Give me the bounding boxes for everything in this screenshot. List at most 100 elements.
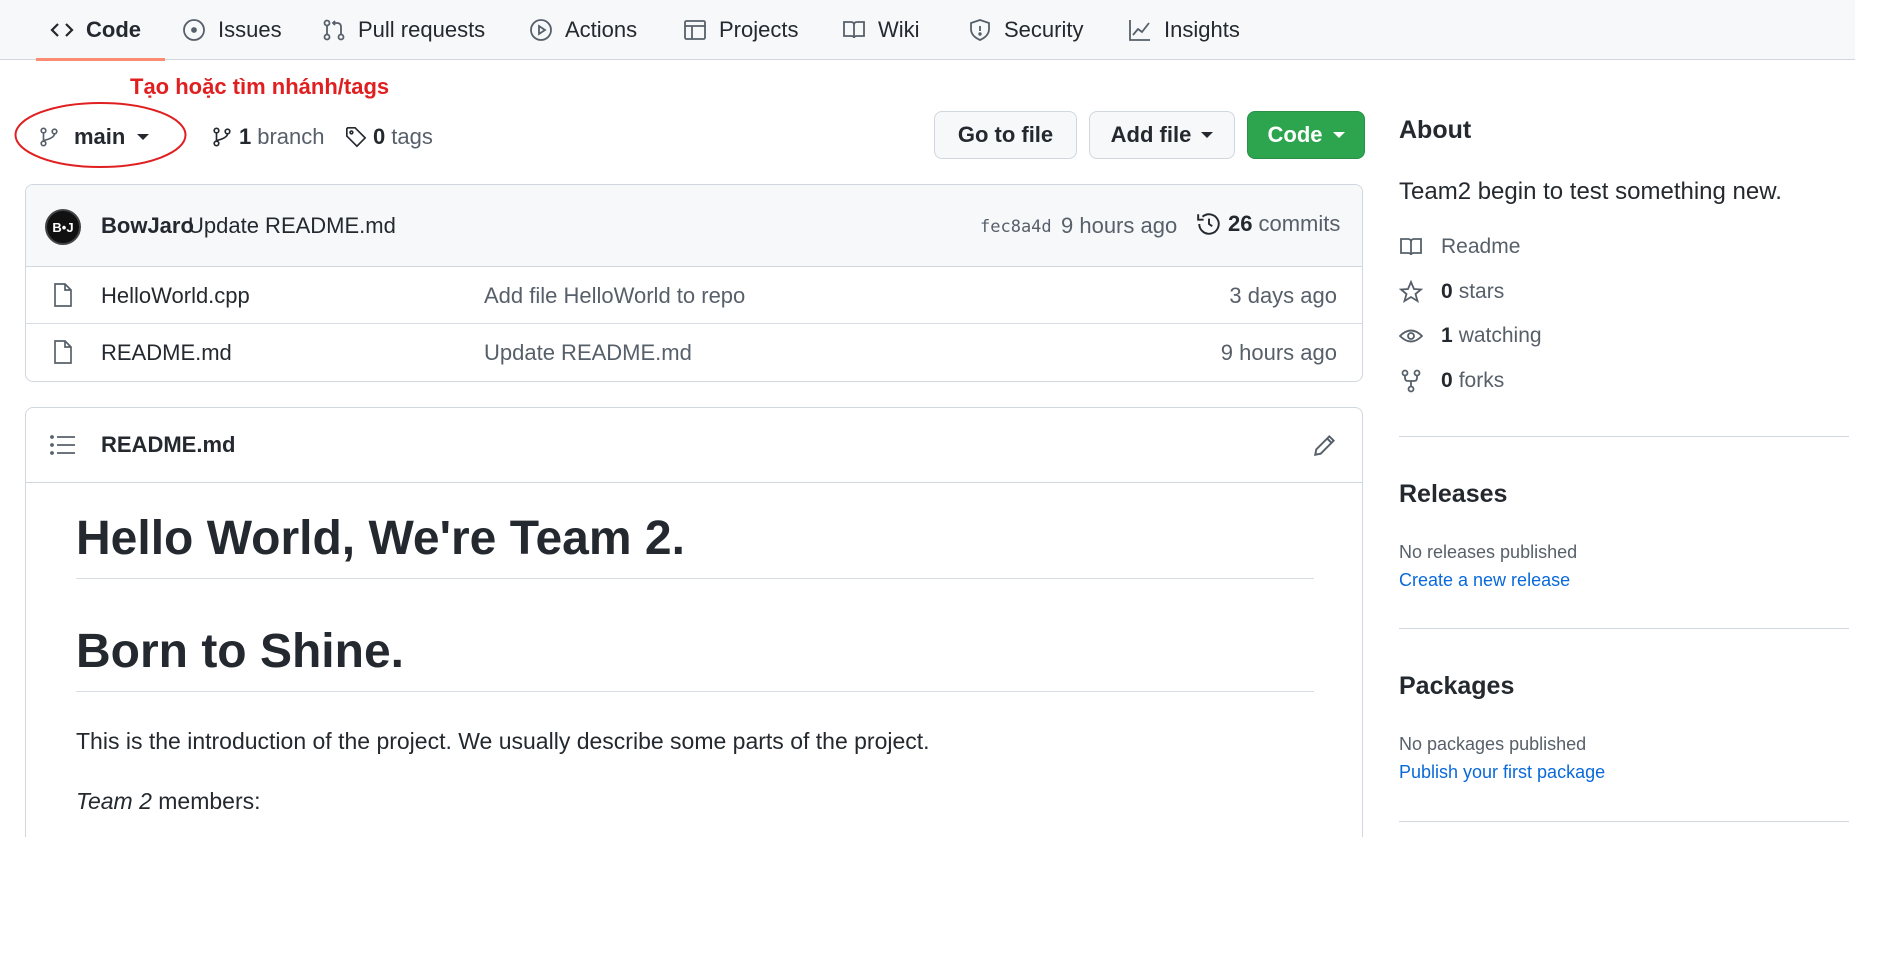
readme-link[interactable]: Readme bbox=[1399, 231, 1520, 263]
tab-wiki[interactable]: Wiki bbox=[842, 0, 920, 60]
commit-count-label: commits bbox=[1258, 211, 1341, 236]
tag-label: tags bbox=[391, 124, 433, 149]
annotation-text: Tạo hoặc tìm nhánh/tags bbox=[130, 74, 390, 99]
team-name: Team 2 bbox=[76, 788, 152, 814]
readme-heading-2: Born to Shine. bbox=[76, 625, 1314, 692]
avatar[interactable]: B•J bbox=[45, 209, 81, 245]
readme-heading-1: Hello World, We're Team 2. bbox=[76, 512, 1314, 579]
tag-count: 0 bbox=[373, 124, 386, 149]
readme-title[interactable]: README.md bbox=[101, 432, 235, 458]
publish-package-link[interactable]: Publish your first package bbox=[1399, 762, 1605, 783]
tab-label: Insights bbox=[1164, 17, 1240, 42]
tab-insights[interactable]: Insights bbox=[1128, 0, 1240, 60]
watching-label: watching bbox=[1458, 324, 1542, 347]
fork-icon bbox=[1401, 369, 1421, 393]
chevron-down-icon bbox=[1201, 132, 1214, 138]
file-age: 3 days ago bbox=[1229, 283, 1337, 308]
branch-select-button[interactable]: main bbox=[38, 116, 150, 158]
git-branch-icon bbox=[213, 127, 231, 147]
commit-sha[interactable]: fec8a4d bbox=[980, 217, 1052, 237]
tab-issues[interactable]: Issues bbox=[182, 0, 282, 60]
file-commit-message[interactable]: Add file HelloWorld to repo bbox=[484, 283, 745, 309]
latest-commit-bar: B•J BowJaro Update README.md fec8a4d 9 h… bbox=[26, 185, 1362, 267]
packages-title[interactable]: Packages bbox=[1399, 672, 1514, 701]
tab-label: Actions bbox=[565, 17, 638, 42]
tab-label: Projects bbox=[719, 17, 799, 42]
star-icon bbox=[1399, 280, 1423, 303]
list-icon[interactable] bbox=[50, 434, 76, 456]
sidebar-divider bbox=[1399, 821, 1849, 822]
releases-title[interactable]: Releases bbox=[1399, 480, 1507, 509]
commit-author[interactable]: BowJaro bbox=[101, 213, 194, 239]
file-icon bbox=[54, 283, 72, 307]
tab-label: Issues bbox=[218, 17, 282, 42]
commit-count: 26 bbox=[1228, 211, 1253, 236]
file-row[interactable]: README.md Update README.md 9 hours ago bbox=[26, 324, 1362, 381]
stars-label: stars bbox=[1458, 280, 1505, 303]
readme-header: README.md bbox=[26, 408, 1362, 483]
book-icon bbox=[843, 21, 865, 39]
commits-link[interactable]: 26 commits bbox=[1196, 211, 1340, 237]
go-to-file-button[interactable]: Go to file bbox=[934, 111, 1077, 159]
add-file-label: Add file bbox=[1110, 122, 1192, 147]
branch-name: main bbox=[74, 124, 126, 149]
file-name[interactable]: README.md bbox=[101, 340, 232, 366]
file-row[interactable]: HelloWorld.cpp Add file HelloWorld to re… bbox=[26, 267, 1362, 324]
sidebar-divider bbox=[1399, 436, 1849, 437]
file-age: 9 hours ago bbox=[1220, 340, 1337, 365]
commit-message[interactable]: Update README.md bbox=[188, 213, 396, 239]
file-name[interactable]: HelloWorld.cpp bbox=[101, 283, 250, 309]
tab-label: Wiki bbox=[878, 17, 920, 42]
repo-nav: Code Issues Pull requests Actions Projec… bbox=[0, 0, 1855, 61]
eye-icon bbox=[1399, 329, 1423, 343]
go-to-file-label: Go to file bbox=[957, 122, 1054, 147]
chevron-down-icon bbox=[137, 134, 150, 140]
tab-code[interactable]: Code bbox=[36, 0, 165, 61]
tab-label: Security bbox=[1004, 17, 1084, 42]
watching-link[interactable]: 1 watching bbox=[1399, 320, 1542, 352]
book-icon bbox=[1400, 238, 1422, 256]
file-icon bbox=[54, 340, 72, 364]
stars-count: 0 bbox=[1441, 280, 1453, 303]
forks-count: 0 bbox=[1441, 369, 1453, 392]
tags-link[interactable]: 0 tags bbox=[345, 116, 433, 158]
add-file-button[interactable]: Add file bbox=[1089, 111, 1235, 159]
tag-icon bbox=[346, 127, 367, 148]
forks-link[interactable]: 0 forks bbox=[1399, 365, 1504, 397]
create-release-link[interactable]: Create a new release bbox=[1399, 570, 1570, 591]
forks-label: forks bbox=[1458, 369, 1505, 392]
packages-empty-text: No packages published bbox=[1399, 734, 1587, 754]
releases-empty-text: No releases published bbox=[1399, 542, 1578, 562]
play-icon bbox=[530, 19, 552, 41]
table-icon bbox=[684, 20, 706, 40]
readme-paragraph: This is the introduction of the project.… bbox=[76, 728, 930, 754]
file-commit-message[interactable]: Update README.md bbox=[484, 340, 692, 366]
branches-link[interactable]: 1 branch bbox=[211, 116, 325, 158]
about-title: About bbox=[1399, 116, 1472, 144]
code-button-label: Code bbox=[1267, 122, 1323, 147]
stars-link[interactable]: 0 stars bbox=[1399, 276, 1504, 308]
tab-actions[interactable]: Actions bbox=[529, 0, 637, 60]
chevron-down-icon bbox=[1332, 132, 1345, 138]
tab-security[interactable]: Security bbox=[968, 0, 1083, 60]
git-branch-icon bbox=[40, 127, 58, 147]
readme-link-label: Readme bbox=[1441, 235, 1521, 258]
branch-count: 1 bbox=[239, 124, 252, 149]
code-button[interactable]: Code bbox=[1247, 111, 1365, 159]
tab-projects[interactable]: Projects bbox=[683, 0, 798, 60]
tab-pull-requests[interactable]: Pull requests bbox=[322, 0, 485, 60]
sidebar-divider bbox=[1399, 628, 1849, 629]
readme-box: README.md Hello World, We're Team 2. Bor… bbox=[25, 407, 1363, 837]
watching-count: 1 bbox=[1441, 324, 1453, 347]
branch-label: branch bbox=[257, 124, 325, 149]
tab-label: Code bbox=[86, 17, 141, 42]
tab-label: Pull requests bbox=[358, 17, 486, 42]
shield-icon bbox=[970, 19, 990, 41]
history-icon bbox=[1197, 213, 1220, 235]
members-text: members: bbox=[151, 788, 261, 814]
pull-request-icon bbox=[323, 19, 345, 41]
pencil-icon[interactable] bbox=[1312, 432, 1338, 458]
file-list: B•J BowJaro Update README.md fec8a4d 9 h… bbox=[25, 184, 1363, 382]
repo-description: Team2 begin to test something new. bbox=[1399, 178, 1782, 205]
readme-members-line: Team 2 members: bbox=[76, 788, 261, 815]
